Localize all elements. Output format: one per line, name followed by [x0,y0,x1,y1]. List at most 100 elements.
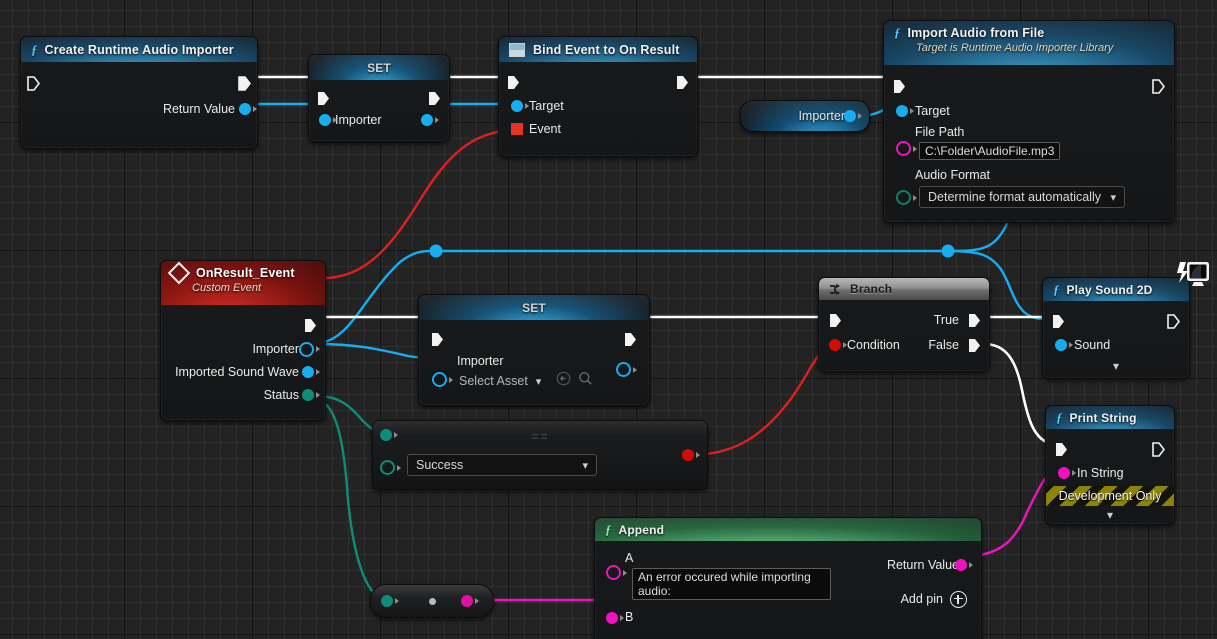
reroute-node-2 [941,244,955,258]
target-label: Target [915,104,950,118]
append-a-input[interactable]: An error occured while importing audio: [632,568,831,600]
node-bind-event-to-on-result[interactable]: Bind Event to On Result Target Event [498,36,698,157]
reroute-node-1 [429,244,443,258]
exec-out-pin[interactable] [1152,78,1165,94]
conversion-dot-icon [429,598,436,605]
event-pin[interactable] [511,123,523,135]
node-header[interactable]: ƒ Import Audio from File Target is Runti… [884,21,1174,65]
audio-format-dropdown[interactable]: Determine format automatically ▾ [919,186,1125,208]
function-icon: ƒ [894,25,901,40]
node-header[interactable]: Branch [819,278,989,300]
blueprint-graph-canvas[interactable]: ƒ Create Runtime Audio Importer Return V… [0,0,1217,639]
importer-out-pin[interactable] [299,341,320,357]
node-header[interactable]: ƒ Create Runtime Audio Importer [21,37,257,62]
function-icon: ƒ [605,521,612,537]
node-header[interactable]: ƒ Append [595,518,981,541]
exec-in-pin[interactable] [507,75,520,90]
node-set-importer-2[interactable]: SET Importer Select Asset ▾ [418,294,650,406]
node-title: Play Sound 2D [1066,282,1153,297]
sound-label: Sound [1074,338,1111,352]
append-return-pin[interactable] [955,559,973,571]
file-path-pin[interactable] [896,141,917,156]
enum-b-pin[interactable] [380,460,401,475]
file-path-input[interactable]: C:\Folder\AudioFile.mp3 [919,142,1061,160]
node-importer-getter[interactable]: Importer [740,100,870,132]
custom-event-icon [167,261,191,285]
exec-out-pin[interactable] [304,318,317,333]
search-icon[interactable] [578,371,593,391]
asset-value: Select Asset [459,374,528,388]
node-header[interactable]: ƒ Print String [1046,406,1174,429]
add-pin-icon[interactable] [950,590,967,608]
return-value-label: Return Value [162,101,235,116]
node-onresult-event[interactable]: OnResult_Event Custom Event Importer Imp… [160,260,326,421]
node-create-runtime-audio-importer[interactable]: ƒ Create Runtime Audio Importer Return V… [20,36,258,149]
importer-in-pin[interactable] [432,372,453,387]
node-equal-enum[interactable]: == Success ▾ [372,420,708,490]
status-pin[interactable] [302,389,320,401]
node-set-importer-1[interactable]: SET Importer [308,54,450,142]
asset-dropdown[interactable]: Select Asset ▾ [457,371,549,391]
enum-a-pin[interactable] [380,429,398,441]
node-append[interactable]: ƒ Append A An error occured while import… [594,517,982,639]
node-import-audio-from-file[interactable]: ƒ Import Audio from File Target is Runti… [883,20,1175,223]
node-to-string-conversion[interactable] [370,584,494,618]
equal-result-pin[interactable] [682,449,700,461]
exec-out-pin[interactable] [624,332,637,347]
false-label: False [928,338,959,352]
audio-format-pin[interactable] [896,190,917,205]
node-header[interactable]: Bind Event to On Result [499,37,697,62]
append-a-pin[interactable] [606,565,627,580]
condition-pin[interactable] [829,339,847,351]
target-pin[interactable] [511,100,529,112]
condition-label: Condition [847,338,900,352]
node-header[interactable]: SET [419,295,649,320]
exec-out-pin[interactable] [1167,313,1180,329]
node-subtitle: Target is Runtime Audio Importer Library [916,42,1114,54]
conversion-out-pin[interactable] [461,595,479,607]
exec-out-pin[interactable] [676,75,689,90]
node-header[interactable]: SET [309,55,449,80]
exec-out-pin[interactable] [238,75,251,91]
exec-in-pin[interactable] [1055,442,1068,457]
append-b-pin[interactable] [606,612,624,624]
importer-out-pin[interactable] [421,114,439,126]
true-exec-pin[interactable] [968,313,981,328]
node-header[interactable]: ƒ Play Sound 2D [1043,278,1189,301]
return-value-pin[interactable] [239,102,257,115]
exec-in-pin[interactable] [431,332,444,347]
conversion-in-pin[interactable] [381,595,399,607]
expand-node-chevron-icon[interactable]: ▾ [1046,506,1174,524]
node-play-sound-2d[interactable]: ƒ Play Sound 2D Sound ▾ [1042,262,1209,379]
exec-out-pin[interactable] [1152,441,1165,457]
node-title: Bind Event to On Result [533,42,680,57]
exec-out-pin[interactable] [428,91,441,106]
false-exec-pin[interactable] [968,338,981,353]
node-title: Create Runtime Audio Importer [44,42,234,57]
development-only-banner: Development Only [1046,486,1174,506]
expand-node-chevron-icon[interactable]: ▾ [1043,358,1189,374]
sound-pin[interactable] [1055,339,1073,351]
node-header[interactable]: Importer [741,101,869,131]
exec-in-pin[interactable] [829,313,842,328]
bind-event-icon [509,42,525,57]
exec-in-pin[interactable] [27,75,40,91]
node-branch[interactable]: Branch True Condition False [818,277,990,372]
node-print-string[interactable]: ƒ Print String In String Development Onl… [1045,405,1175,525]
exec-in-pin[interactable] [893,79,906,94]
target-pin[interactable] [896,105,914,117]
browse-back-icon[interactable] [556,371,571,391]
importer-out-pin[interactable] [616,362,637,377]
exec-in-pin[interactable] [317,91,330,106]
enum-value-dropdown[interactable]: Success ▾ [407,454,597,476]
function-icon: ƒ [31,41,38,57]
exec-in-pin[interactable] [1052,314,1065,329]
node-subtitle: Custom Event [192,282,262,294]
in-string-pin[interactable] [1058,467,1076,479]
imported-sound-wave-pin[interactable] [302,366,320,378]
in-string-label: In String [1077,466,1124,480]
importer-out-pin[interactable] [844,110,862,122]
importer-in-pin[interactable] [319,114,337,126]
event-label: Event [529,122,561,136]
node-header[interactable]: OnResult_Event Custom Event [161,261,325,305]
